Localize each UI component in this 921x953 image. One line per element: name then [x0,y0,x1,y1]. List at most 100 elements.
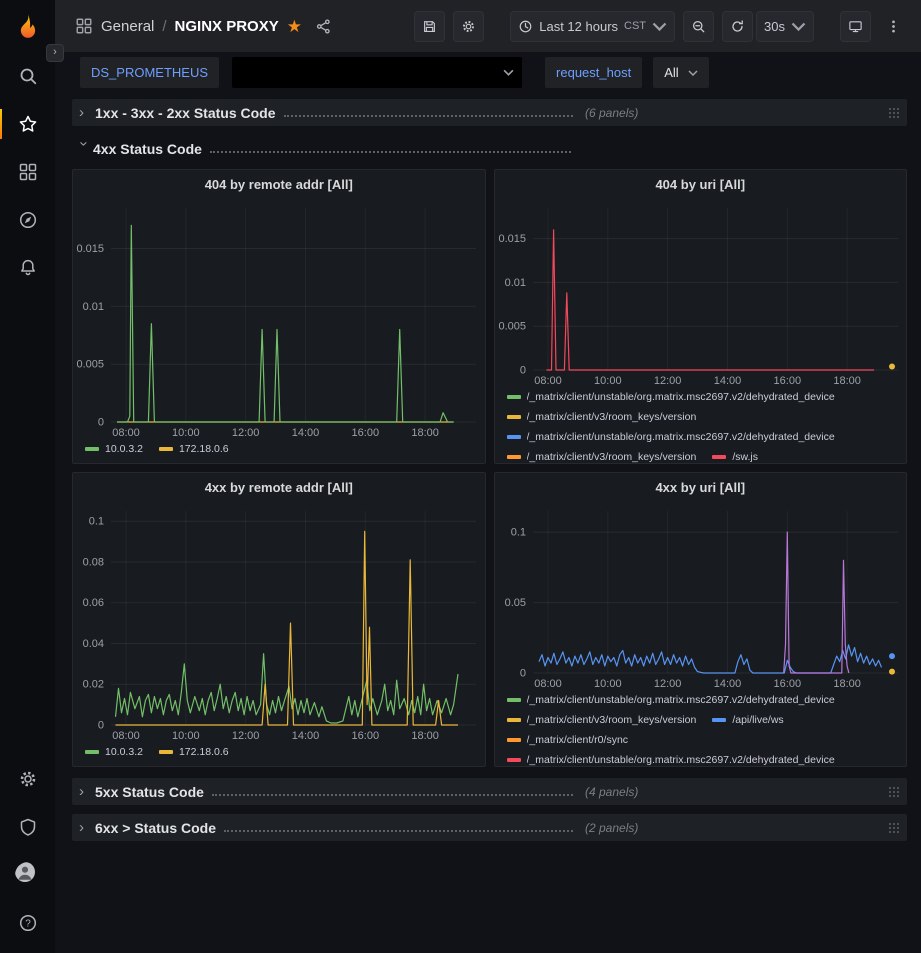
legend-item[interactable]: /_matrix/client/r0/sync [507,732,629,748]
dashboard-settings-button[interactable] [453,11,484,42]
zoom-out-button[interactable] [683,11,714,42]
variable-value-request-host: All [664,65,678,80]
save-dashboard-button[interactable] [414,11,445,42]
sidebar-item-configuration[interactable] [0,755,55,803]
svg-text:0.05: 0.05 [504,597,525,609]
legend-color-swatch [159,750,173,754]
breadcrumb-folder[interactable]: General [101,18,154,35]
variable-label-datasource[interactable]: DS_PROMETHEUS [80,57,219,88]
variable-label-request-host[interactable]: request_host [545,57,642,88]
legend-item[interactable]: /sw.js [712,449,758,463]
chevron-down-icon [503,69,514,76]
svg-text:18:00: 18:00 [411,427,439,439]
time-series-chart[interactable]: 00.050.108:0010:0012:0014:0016:0018:00 [495,501,907,690]
sidebar-item-explore[interactable] [0,196,55,244]
legend-item[interactable]: 172.18.0.6 [159,441,229,457]
sidebar-item-alerting[interactable] [0,244,55,292]
legend-item[interactable]: /_matrix/client/v3/room_keys/version [507,712,697,728]
legend-color-swatch [507,758,521,762]
legend-item[interactable]: /_matrix/client/unstable/org.matrix.msc2… [507,752,835,766]
sidebar: › [0,0,55,953]
svg-text:12:00: 12:00 [653,678,681,690]
legend-label: /_matrix/client/unstable/org.matrix.msc2… [527,429,835,445]
svg-text:16:00: 16:00 [352,730,380,742]
breadcrumb-separator: / [162,18,166,35]
grafana-logo[interactable] [13,12,43,42]
favorite-star-icon[interactable]: ★ [287,18,302,35]
sidebar-item-server-admin[interactable] [0,803,55,851]
sidebar-nav-bottom: ? [0,755,55,947]
main-area: General / NGINX PROXY ★ Last 12 hours CS… [55,0,921,953]
variables-bar: DS_PROMETHEUS request_host All [55,52,921,93]
sidebar-item-starred[interactable] [0,100,55,148]
sidebar-item-help[interactable]: ? [0,899,55,947]
legend-item[interactable]: /api/live/ws [712,712,783,728]
refresh-interval-picker[interactable]: 30s [756,11,814,42]
svg-text:0.06: 0.06 [83,597,104,609]
sidebar-item-profile[interactable] [0,851,55,899]
time-range-picker[interactable]: Last 12 hours CST [510,11,675,42]
breadcrumb-dashboard-title[interactable]: NGINX PROXY [175,18,279,35]
panel-title[interactable]: 404 by uri [All] [495,170,907,198]
legend-label: /_matrix/client/v3/room_keys/version [527,712,697,728]
row-header-4xx[interactable]: › 4xx Status Code [72,135,907,162]
share-button[interactable] [310,12,338,40]
grafana-flame-icon [13,12,43,42]
legend-item[interactable]: 172.18.0.6 [159,744,229,760]
panel-404-by-remote-addr: 404 by remote addr [All] 00.0050.010.015… [72,169,486,464]
variable-select-datasource[interactable] [232,57,522,88]
svg-text:0.01: 0.01 [504,277,525,289]
refresh-button[interactable] [722,11,753,42]
svg-text:0.1: 0.1 [510,527,525,539]
legend-item[interactable]: /_matrix/client/v3/room_keys/version [507,449,697,463]
svg-text:08:00: 08:00 [534,375,562,387]
panel-title[interactable]: 404 by remote addr [All] [73,170,485,198]
row-drag-handle-icon[interactable] [888,107,900,119]
legend-color-swatch [712,455,726,459]
panel-title[interactable]: 4xx by uri [All] [495,473,907,501]
legend-label: /_matrix/client/v3/room_keys/version [527,449,697,463]
panel-404-by-uri: 404 by uri [All] 00.0050.010.01508:0010:… [494,169,908,464]
legend-label: /_matrix/client/unstable/org.matrix.msc2… [527,752,835,766]
svg-text:16:00: 16:00 [773,375,801,387]
svg-text:0.015: 0.015 [498,233,526,245]
tv-mode-button[interactable] [840,11,871,42]
svg-text:18:00: 18:00 [411,730,439,742]
row-header-1xx-3xx-2xx[interactable]: › 1xx - 3xx - 2xx Status Code (6 panels) [72,99,907,126]
svg-text:16:00: 16:00 [352,427,380,439]
panel-title[interactable]: 4xx by remote addr [All] [73,473,485,501]
time-series-chart[interactable]: 00.0050.010.01508:0010:0012:0014:0016:00… [495,198,907,387]
variable-select-request-host[interactable]: All [653,57,708,88]
svg-text:10:00: 10:00 [594,375,622,387]
sidebar-expand-button[interactable]: › [46,44,64,62]
row-header-6xx[interactable]: › 6xx > Status Code (2 panels) [72,814,907,841]
sidebar-item-dashboards[interactable] [0,148,55,196]
topbar-actions: Last 12 hours CST 30s [414,11,907,42]
svg-text:12:00: 12:00 [232,730,260,742]
panel-legend: 10.0.3.2 172.18.0.6 [73,742,485,766]
row-header-5xx[interactable]: › 5xx Status Code (4 panels) [72,778,907,805]
row-drag-handle-icon[interactable] [888,786,900,798]
panel-legend: /_matrix/client/unstable/org.matrix.msc2… [495,690,907,766]
dashboards-grid-icon [18,162,38,182]
legend-item[interactable]: /_matrix/client/unstable/org.matrix.msc2… [507,429,835,445]
svg-text:14:00: 14:00 [292,427,320,439]
time-series-chart[interactable]: 00.020.040.060.080.108:0010:0012:0014:00… [73,501,485,742]
svg-text:10:00: 10:00 [172,730,200,742]
legend-color-swatch [507,698,521,702]
time-series-chart[interactable]: 00.0050.010.01508:0010:0012:0014:0016:00… [73,198,485,439]
user-avatar-icon [15,862,35,882]
grafana-app: › [0,0,921,953]
row-drag-handle-icon[interactable] [888,822,900,834]
chevron-down-icon [791,19,806,34]
legend-item[interactable]: /_matrix/client/unstable/org.matrix.msc2… [507,692,835,708]
legend-color-swatch [507,455,521,459]
more-options-button[interactable] [879,12,907,40]
svg-text:0: 0 [519,668,525,680]
legend-label: /_matrix/client/v3/room_keys/version [527,409,697,425]
legend-item[interactable]: 10.0.3.2 [85,744,143,760]
legend-item[interactable]: /_matrix/client/unstable/org.matrix.msc2… [507,389,835,405]
legend-item[interactable]: 10.0.3.2 [85,441,143,457]
legend-item[interactable]: /_matrix/client/v3/room_keys/version [507,409,697,425]
panel-legend: 10.0.3.2 172.18.0.6 [73,439,485,463]
